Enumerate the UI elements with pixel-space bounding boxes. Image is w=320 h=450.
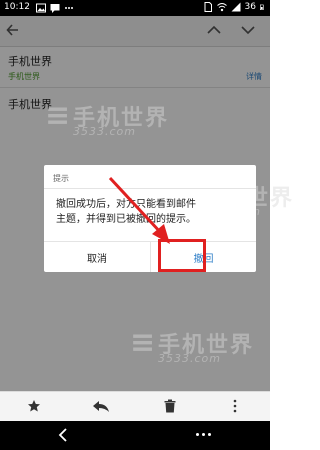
system-icons: 36: [203, 2, 266, 12]
more-icon: [65, 7, 73, 9]
battery-icon: [260, 4, 264, 10]
image-icon: [36, 3, 46, 13]
nav-menu-icon[interactable]: [196, 433, 211, 436]
wifi-icon: [216, 3, 227, 12]
action-toolbar: [0, 391, 270, 422]
watermark-logo-icon: ≡: [130, 325, 156, 360]
delete-icon[interactable]: [164, 399, 176, 413]
sim-card-icon: [204, 2, 212, 12]
watermark-site: 3533.com: [73, 125, 136, 138]
reply-icon[interactable]: [92, 399, 110, 413]
status-bar: 10:12 36: [0, 0, 270, 16]
watermark-bottom: ≡ 手机世界 3533.com: [130, 325, 252, 365]
dialog-title: 提示: [53, 174, 69, 183]
system-nav-bar: [0, 421, 270, 450]
watermark-site: 3533.com: [158, 352, 221, 365]
signal-icon: [231, 2, 241, 12]
watermark-top: ≡ 手机世界 3533.com: [45, 98, 167, 138]
battery-level: 36: [244, 2, 256, 12]
watermark-logo-icon: ≡: [45, 98, 71, 133]
message-icon: [50, 4, 60, 13]
notification-icons: [36, 3, 74, 13]
star-icon[interactable]: [27, 399, 41, 413]
nav-back-icon[interactable]: [58, 428, 68, 442]
more-vert-icon[interactable]: [232, 399, 238, 413]
pointer-arrow-icon: [108, 176, 170, 244]
status-time: 10:12: [4, 2, 30, 12]
